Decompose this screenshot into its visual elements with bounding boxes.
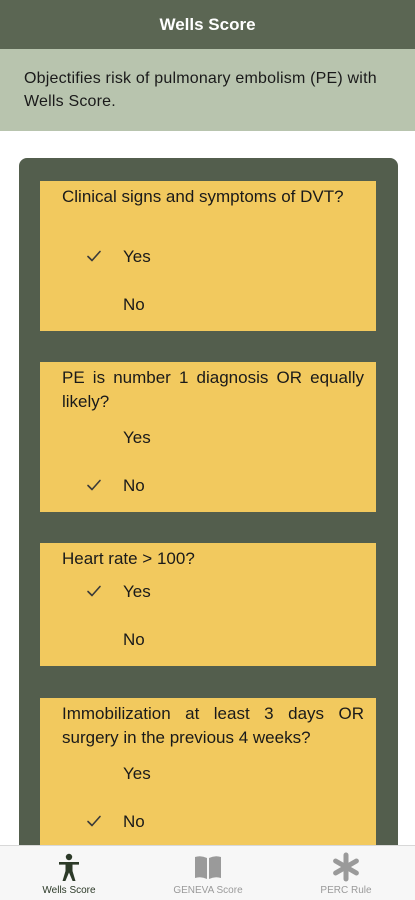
question-text: PE is number 1 diagnosis OR equally like… [62,368,364,411]
checkmark-icon [87,479,101,491]
asterisk-icon [333,852,359,882]
person-icon [59,853,79,881]
question-card-immobilization: Immobilization at least 3 days OR surger… [40,698,376,848]
tab-label: Wells Score [42,885,96,896]
question-card-pe-likely: PE is number 1 diagnosis OR equally like… [40,362,376,512]
option-yes[interactable]: Yes [40,235,376,283]
tab-wells-score[interactable]: Wells Score [0,846,138,900]
option-no[interactable]: No [40,464,376,512]
option-label: No [123,295,145,314]
tab-label: PERC Rule [320,885,372,896]
page-title: Wells Score [159,14,256,34]
option-label: Yes [123,764,151,783]
checkmark-icon [87,585,101,597]
option-label: No [123,812,145,831]
option-yes[interactable]: Yes [40,752,376,800]
description-banner: Objectifies risk of pulmonary embolism (… [0,49,415,131]
tab-label: GENEVA Score [173,885,243,896]
question-card-dvt: Clinical signs and symptoms of DVT? Yes … [40,181,376,331]
checkmark-icon [87,250,101,262]
option-label: No [123,630,145,649]
tab-geneva-score[interactable]: GENEVA Score [139,846,277,900]
tab-perc-rule[interactable]: PERC Rule [277,846,415,900]
tab-bar: Wells Score GENEVA Score PERC Rule [0,845,415,900]
nav-bar: Wells Score [0,0,415,49]
option-label: Yes [123,247,151,266]
option-label: No [123,476,145,495]
option-yes[interactable]: Yes [40,570,376,618]
book-icon [195,856,221,879]
question-text: Heart rate > 100? [62,549,195,568]
question-card-heart-rate: Heart rate > 100? Yes No [40,543,376,666]
question-text: Clinical signs and symptoms of DVT? [62,187,344,206]
question-text: Immobilization at least 3 days OR surger… [62,704,364,747]
option-label: Yes [123,428,151,447]
option-yes[interactable]: Yes [40,416,376,464]
option-no[interactable]: No [40,283,376,331]
checkmark-icon [87,815,101,827]
option-no[interactable]: No [40,800,376,848]
option-no[interactable]: No [40,618,376,666]
option-label: Yes [123,582,151,601]
description-text: Objectifies risk of pulmonary embolism (… [24,70,377,110]
